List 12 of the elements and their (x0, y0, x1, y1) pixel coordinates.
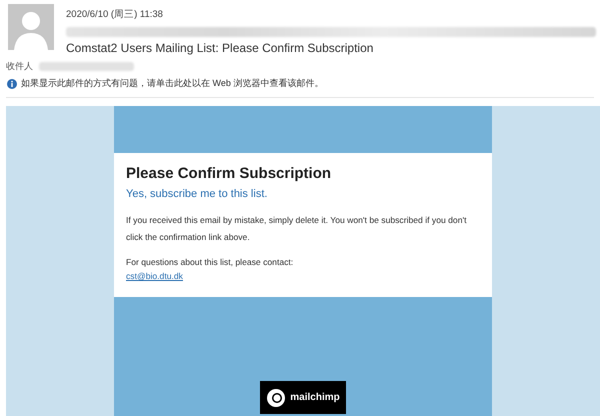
contact-text: For questions about this list, please contact: (126, 256, 294, 269)
email-title: Please Confirm Subscription (126, 165, 332, 182)
info-icon (7, 78, 17, 88)
email-subject: Comstat2 Users Mailing List: Please Confirm Subscription (66, 41, 374, 55)
mailchimp-badge[interactable]: mailchimp (260, 381, 346, 414)
display-notice[interactable]: 如果显示此邮件的方式有问题，请单击此处以在 Web 浏览器中查看该邮件。 (21, 77, 324, 90)
body-text: If you received this email by mistake, simply delete it. You won't be subscribed if you don't click the confirmation link above. (126, 214, 468, 244)
logo-text: mailchimp (290, 392, 340, 403)
recipient-label: 收件人 (6, 60, 33, 73)
sent-date: 2020/6/10 (周三) 11:38 (66, 8, 164, 21)
contact-email-link[interactable]: cst@bio.dtu.dk (126, 269, 183, 283)
subscribe-link[interactable]: Yes, subscribe me to this list. (126, 188, 480, 200)
